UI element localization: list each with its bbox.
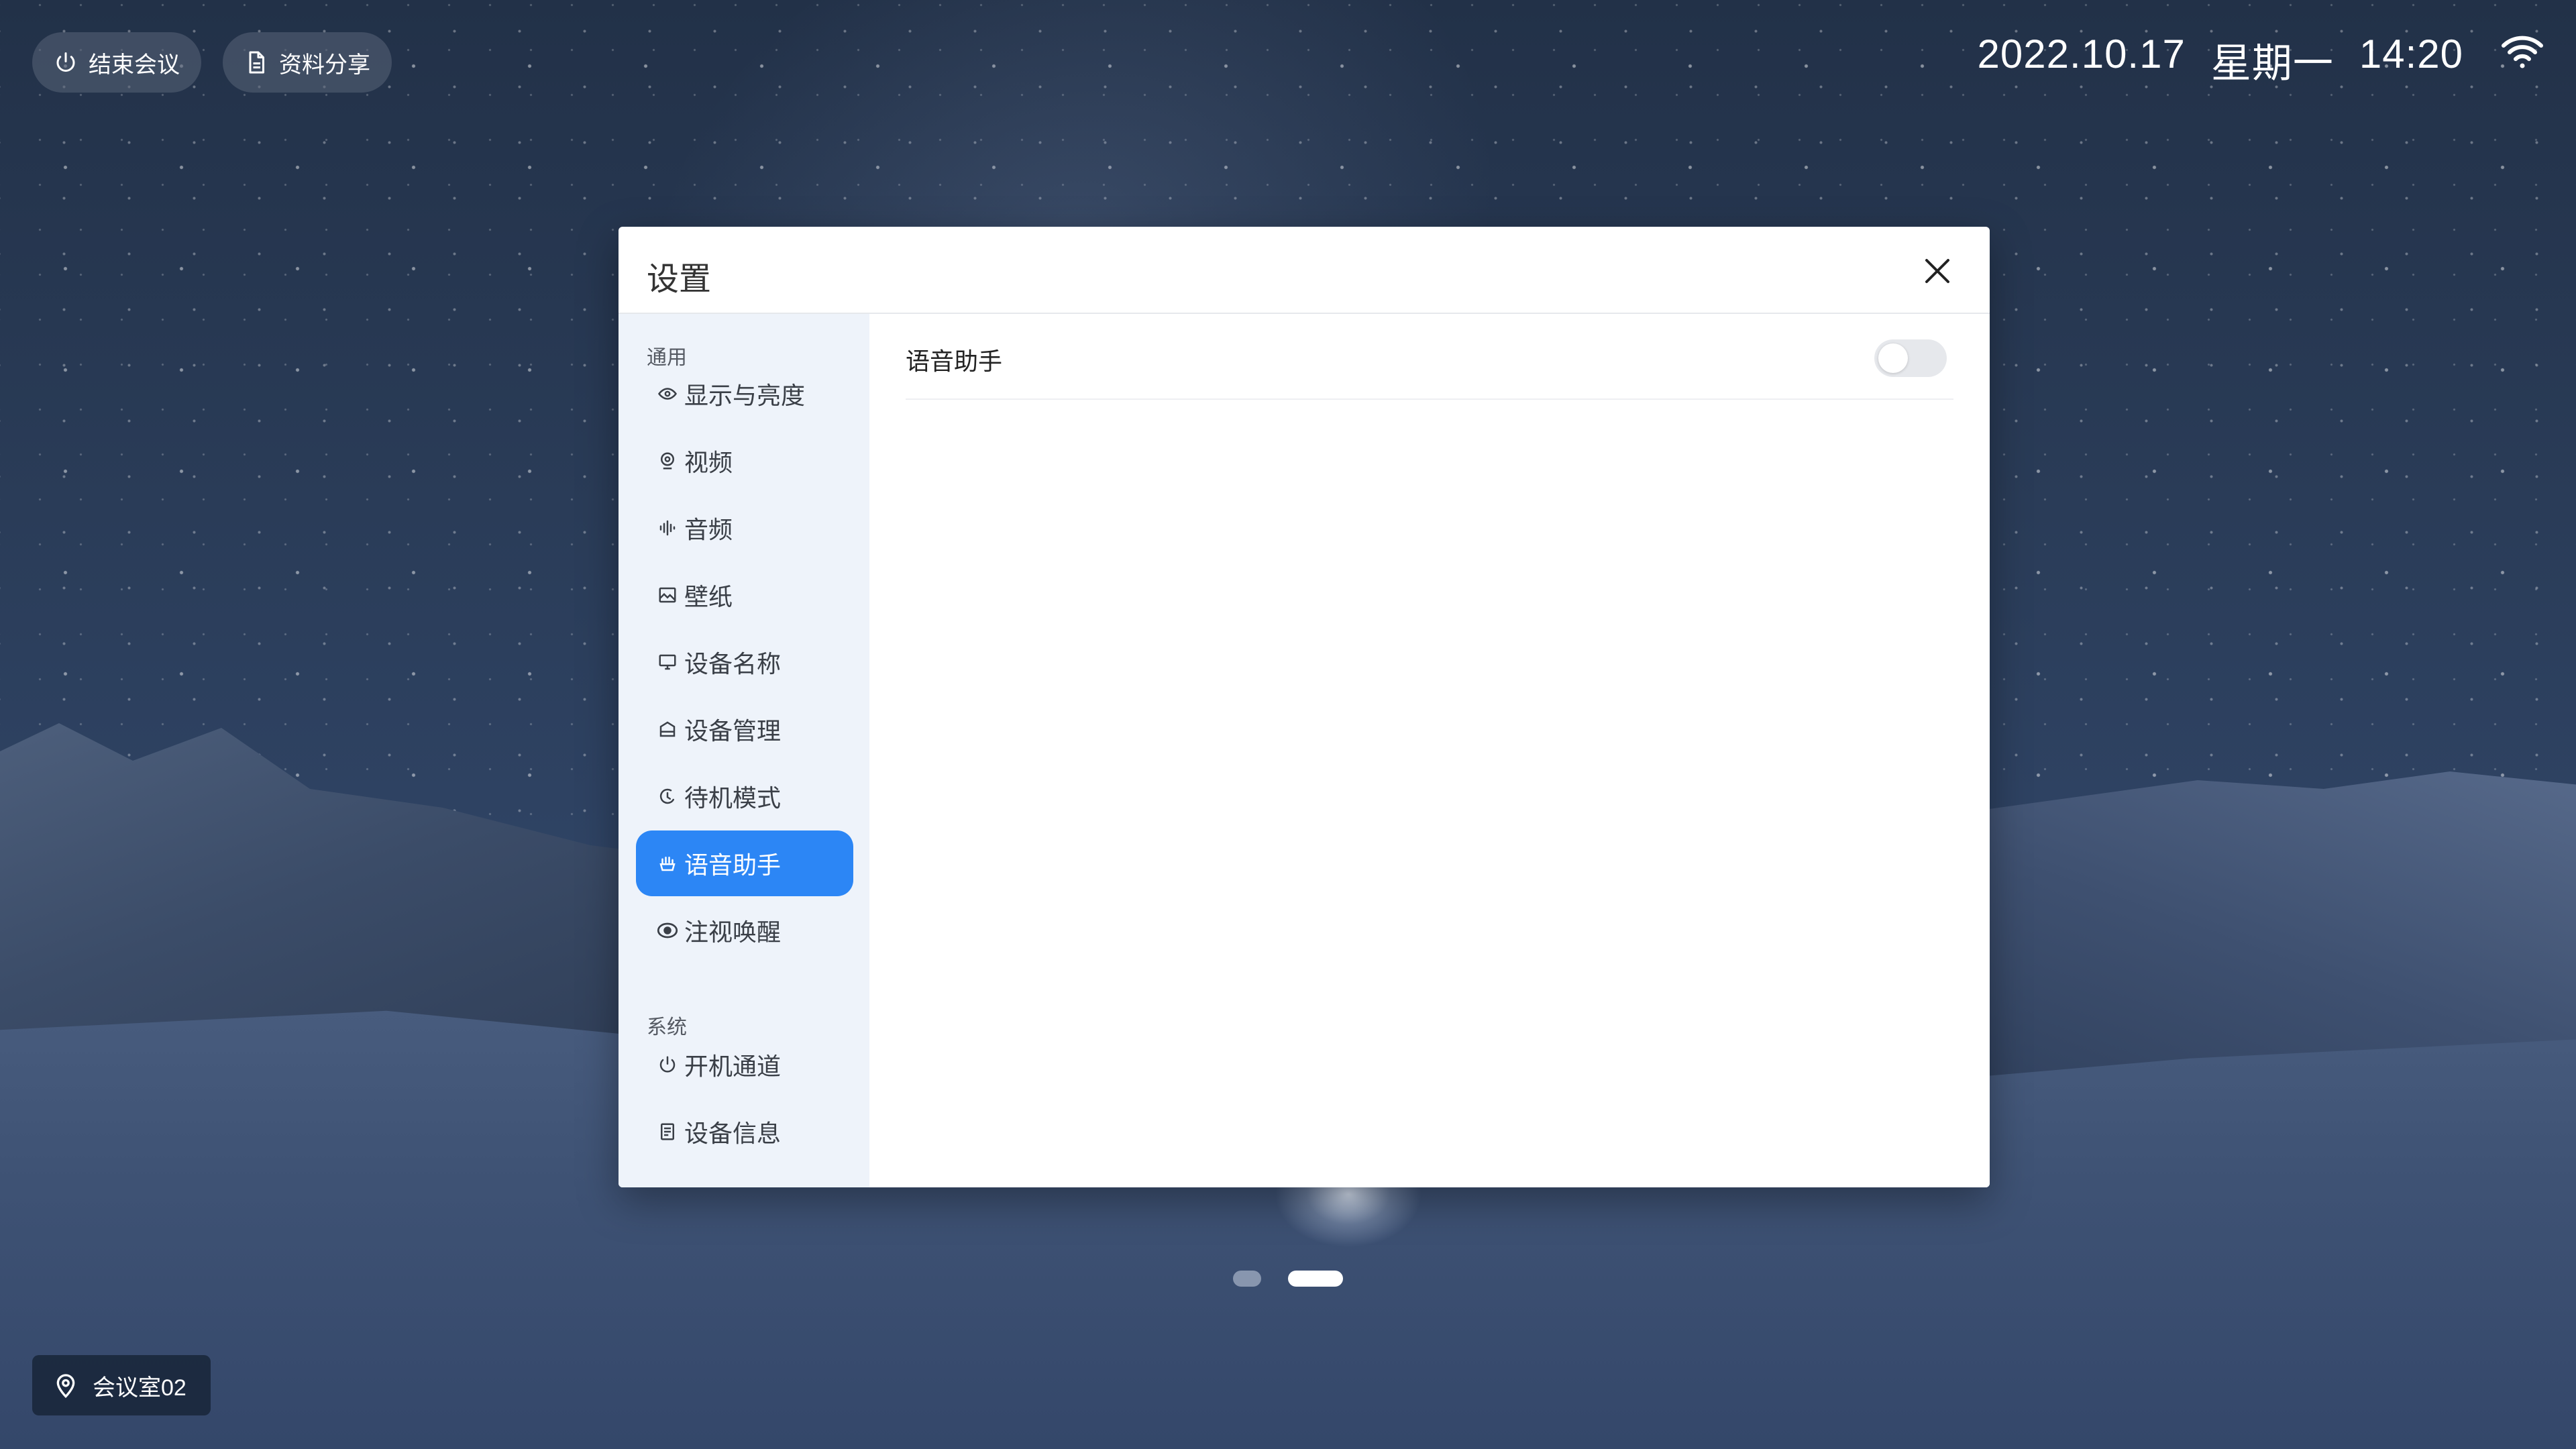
- voice-assistant-row: 语音助手: [906, 314, 1953, 400]
- eye-icon: [656, 382, 679, 405]
- clock-icon: [656, 785, 679, 808]
- sidebar-item-voice-assistant[interactable]: 语音助手: [636, 830, 853, 896]
- sidebar-item-label: 显示与亮度: [684, 382, 806, 409]
- desktop-background: 结束会议 资料分享 2022.10.17 星期一 14:20 设置 通用 显示与…: [0, 0, 2576, 1449]
- sidebar-item-label: 设备信息: [684, 1120, 782, 1147]
- pager-dot-active[interactable]: [1288, 1271, 1343, 1287]
- sidebar-item-device-info[interactable]: 设备信息: [636, 1099, 853, 1165]
- sidebar-item-gaze-wake[interactable]: 注视唤醒: [636, 898, 853, 963]
- share-materials-button[interactable]: 资料分享: [223, 32, 392, 93]
- wifi-icon: [2501, 34, 2544, 70]
- sidebar-item-label: 设备管理: [684, 717, 782, 745]
- clock-display: 2022.10.17 星期一 14:20: [1978, 31, 2463, 89]
- sidebar-item-label: 设备名称: [684, 650, 782, 678]
- sidebar-item-label: 待机模式: [684, 784, 782, 812]
- sidebar-item-audio[interactable]: 音频: [636, 495, 853, 561]
- dialog-title: 设置: [647, 262, 712, 297]
- voice-assistant-label: 语音助手: [906, 347, 1003, 375]
- dialog-header: 设置: [619, 227, 1990, 314]
- power-icon: [52, 49, 79, 76]
- end-meeting-button[interactable]: 结束会议: [32, 32, 201, 93]
- voice-assistant-toggle[interactable]: [1874, 339, 1947, 377]
- room-name: 会议室02: [93, 1375, 186, 1401]
- sidebar-item-label: 壁纸: [684, 583, 733, 610]
- sidebar-item-label: 语音助手: [684, 851, 782, 879]
- image-icon: [656, 584, 679, 606]
- sidebar-item-boot-channel[interactable]: 开机通道: [636, 1032, 853, 1097]
- document-icon: [243, 49, 270, 76]
- share-materials-label: 资料分享: [279, 52, 370, 78]
- audio-wave-icon: [656, 517, 679, 539]
- hand-icon: [656, 852, 679, 875]
- sidebar-item-label: 注视唤醒: [684, 918, 782, 946]
- sidebar-item-display[interactable]: 显示与亮度: [636, 361, 853, 427]
- monitor-icon: [656, 651, 679, 674]
- sidebar-item-label: 音频: [684, 516, 733, 543]
- sidebar-item-standby[interactable]: 待机模式: [636, 763, 853, 829]
- room-location-badge: 会议室02: [32, 1355, 211, 1415]
- date-text: 2022.10.17: [1977, 32, 2186, 76]
- document-icon: [656, 1120, 679, 1143]
- settings-content: 语音助手: [869, 314, 1990, 1187]
- sidebar-item-wallpaper[interactable]: 壁纸: [636, 562, 853, 628]
- end-meeting-label: 结束会议: [89, 52, 180, 78]
- location-pin-icon: [52, 1372, 79, 1399]
- device-icon: [656, 718, 679, 741]
- sidebar-item-device-management[interactable]: 设备管理: [636, 696, 853, 762]
- toggle-knob: [1878, 343, 1908, 373]
- gaze-eye-icon: [656, 919, 679, 942]
- settings-dialog: 设置 通用 显示与亮度 视频 音频 壁纸 设备名称 设备管理 待机模式 语音助手…: [619, 227, 1990, 1187]
- power-icon: [656, 1053, 679, 1076]
- close-button[interactable]: [1917, 251, 1957, 291]
- time-text: 14:20: [2359, 32, 2463, 76]
- sidebar-item-label: 视频: [684, 449, 733, 476]
- sidebar-item-device-name[interactable]: 设备名称: [636, 629, 853, 695]
- sidebar-item-label: 开机通道: [684, 1053, 782, 1080]
- sidebar-item-video[interactable]: 视频: [636, 428, 853, 494]
- webcam-icon: [656, 449, 679, 472]
- settings-sidebar: 通用 显示与亮度 视频 音频 壁纸 设备名称 设备管理 待机模式 语音助手 注视…: [619, 314, 869, 1187]
- weekday-text: 星期一: [2210, 41, 2334, 86]
- pager-dot[interactable]: [1233, 1271, 1261, 1287]
- close-icon: [1925, 259, 1949, 283]
